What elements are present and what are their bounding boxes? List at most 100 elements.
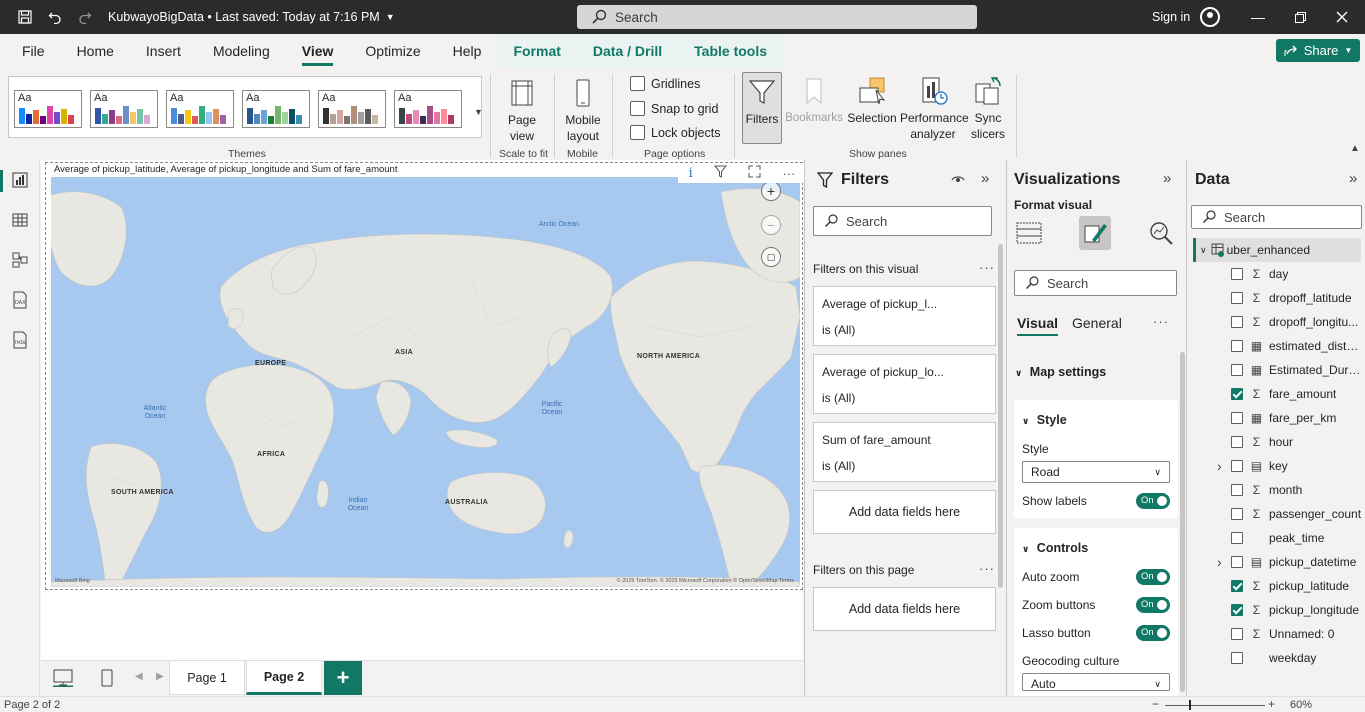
filter-card[interactable]: Average of pickup_l... is (All) [813,286,996,346]
more-options-icon[interactable]: ··· [1153,314,1169,329]
chevron-down-icon[interactable]: ▼ [474,107,483,117]
checkbox-icon[interactable] [1231,460,1243,472]
mobile-layout-button[interactable]: Mobile layout [561,76,605,144]
zoom-out-icon[interactable]: − [1152,697,1159,711]
checkbox-checked-icon[interactable] [1231,388,1243,400]
mobile-layout-icon[interactable] [101,669,113,690]
field-row[interactable]: Σpickup_latitude [1187,574,1365,598]
filters-scrollbar[interactable] [998,244,1003,588]
tab-modeling[interactable]: Modeling [197,34,286,68]
checkbox-icon[interactable] [1231,628,1243,640]
field-row[interactable]: Σday [1187,262,1365,286]
selection-pane-button[interactable]: Selection [845,74,899,126]
map-settings-section[interactable]: ∨ Map settings [1015,365,1106,379]
field-row[interactable]: Σpickup_longitude [1187,598,1365,622]
format-search-input[interactable]: Search [1014,270,1177,296]
visualizations-scrollbar[interactable] [1180,352,1185,692]
field-row[interactable]: Σdropoff_longitu... [1187,310,1365,334]
tab-view[interactable]: View [286,34,350,68]
tab-general[interactable]: General [1072,315,1122,336]
filters-search-input[interactable]: Search [813,206,992,236]
eye-icon[interactable] [951,172,965,189]
tmdl-view-icon[interactable]: TMDL [10,330,30,350]
theme-swatch[interactable]: Aa [14,90,82,128]
theme-swatch[interactable]: Aa [166,90,234,128]
tab-optimize[interactable]: Optimize [349,34,436,68]
format-visual-icon[interactable] [1079,216,1111,250]
chevron-up-icon[interactable]: ▲ [1350,143,1360,154]
checkbox-icon[interactable] [1231,556,1243,568]
page-tab-1[interactable]: Page 1 [169,661,245,695]
dax-query-view-icon[interactable]: DAX [10,290,30,310]
checkbox-icon[interactable] [1231,292,1243,304]
tab-data-drill[interactable]: Data / Drill [576,34,679,68]
zoom-in-button[interactable]: + [761,181,781,201]
focus-mode-icon[interactable] [748,165,761,181]
field-row[interactable]: › ▤ pickup_datetime [1187,550,1365,574]
undo-icon[interactable] [40,0,70,34]
show-labels-toggle[interactable]: On [1136,493,1170,509]
gridlines-checkbox[interactable]: Gridlines [630,76,700,91]
field-row[interactable]: Σdropoff_latitude [1187,286,1365,310]
field-row[interactable]: ▦ fare_per_km [1187,406,1365,430]
field-row[interactable]: Σmonth [1187,478,1365,502]
map-area[interactable]: Arctic Ocean EUROPE ASIA NORTH AMERICA A… [51,177,800,587]
close-icon[interactable] [1322,0,1362,34]
lasso-button[interactable]: ▢ [761,247,781,267]
data-search-input[interactable]: Search [1191,205,1362,229]
sign-in[interactable]: Sign in [1152,0,1221,34]
snap-to-grid-checkbox[interactable]: Snap to grid [630,101,718,116]
report-canvas[interactable]: Average of pickup_latitude, Average of p… [41,160,806,660]
next-page-icon[interactable]: ▶ [156,671,164,682]
theme-swatch[interactable]: Aa [90,90,158,128]
bookmarks-pane-button[interactable]: Bookmarks [785,74,843,126]
add-page-button[interactable]: + [324,661,362,695]
visual-filter-dropzone[interactable]: Add data fields here [813,490,996,534]
collapse-pane-icon[interactable]: » [1163,170,1171,187]
tab-file[interactable]: File [6,34,61,68]
collapse-pane-icon[interactable]: » [1349,170,1357,187]
prev-page-icon[interactable]: ◀ [135,671,143,682]
collapse-pane-icon[interactable]: » [981,170,989,187]
geocoding-culture-dropdown[interactable]: Auto ∨ [1022,673,1170,691]
checkbox-icon[interactable] [1231,268,1243,280]
checkbox-icon[interactable] [1231,316,1243,328]
field-row[interactable]: ▦ estimated_dista... [1187,334,1365,358]
tab-table-tools[interactable]: Table tools [678,34,784,68]
theme-swatch[interactable]: Aa [318,90,386,128]
tab-home[interactable]: Home [61,34,130,68]
more-options-icon[interactable]: ··· [979,561,995,576]
zoom-out-button[interactable]: − [761,215,781,235]
page-view-button[interactable]: Page view [500,76,544,144]
theme-swatch[interactable]: Aa [394,90,462,128]
tab-help[interactable]: Help [437,34,498,68]
desktop-layout-icon[interactable] [53,669,73,690]
zoom-buttons-toggle[interactable]: On [1136,597,1170,613]
filter-icon[interactable] [713,165,728,181]
tab-format[interactable]: Format [497,34,577,68]
lock-objects-checkbox[interactable]: Lock objects [630,125,720,140]
style-card-header[interactable]: ∨ Style [1022,413,1067,427]
checkbox-icon[interactable] [1231,340,1243,352]
share-button[interactable]: Share ▼ [1276,39,1360,62]
zoom-slider-thumb[interactable] [1189,700,1191,710]
sync-slicers-button[interactable]: Sync slicers [966,74,1010,142]
checkbox-icon[interactable] [1231,364,1243,376]
table-view-icon[interactable] [10,210,30,230]
zoom-slider[interactable] [1165,705,1265,706]
field-row[interactable]: Σhour [1187,430,1365,454]
field-row[interactable]: › ▤ key [1187,454,1365,478]
chevron-right-icon[interactable]: › [1217,554,1222,570]
info-icon[interactable]: i [689,166,693,181]
lasso-button-toggle[interactable]: On [1136,625,1170,641]
build-visual-icon[interactable] [1013,216,1045,250]
field-row[interactable]: Σpassenger_count [1187,502,1365,526]
checkbox-icon[interactable] [1231,652,1243,664]
tab-insert[interactable]: Insert [130,34,197,68]
analytics-icon[interactable] [1145,216,1177,250]
field-row[interactable]: peak_time [1187,526,1365,550]
filter-card[interactable]: Sum of fare_amount is (All) [813,422,996,482]
field-row[interactable]: Σfare_amount [1187,382,1365,406]
field-row[interactable]: weekday [1187,646,1365,670]
field-row[interactable]: ▦ Estimated_Dura... [1187,358,1365,382]
